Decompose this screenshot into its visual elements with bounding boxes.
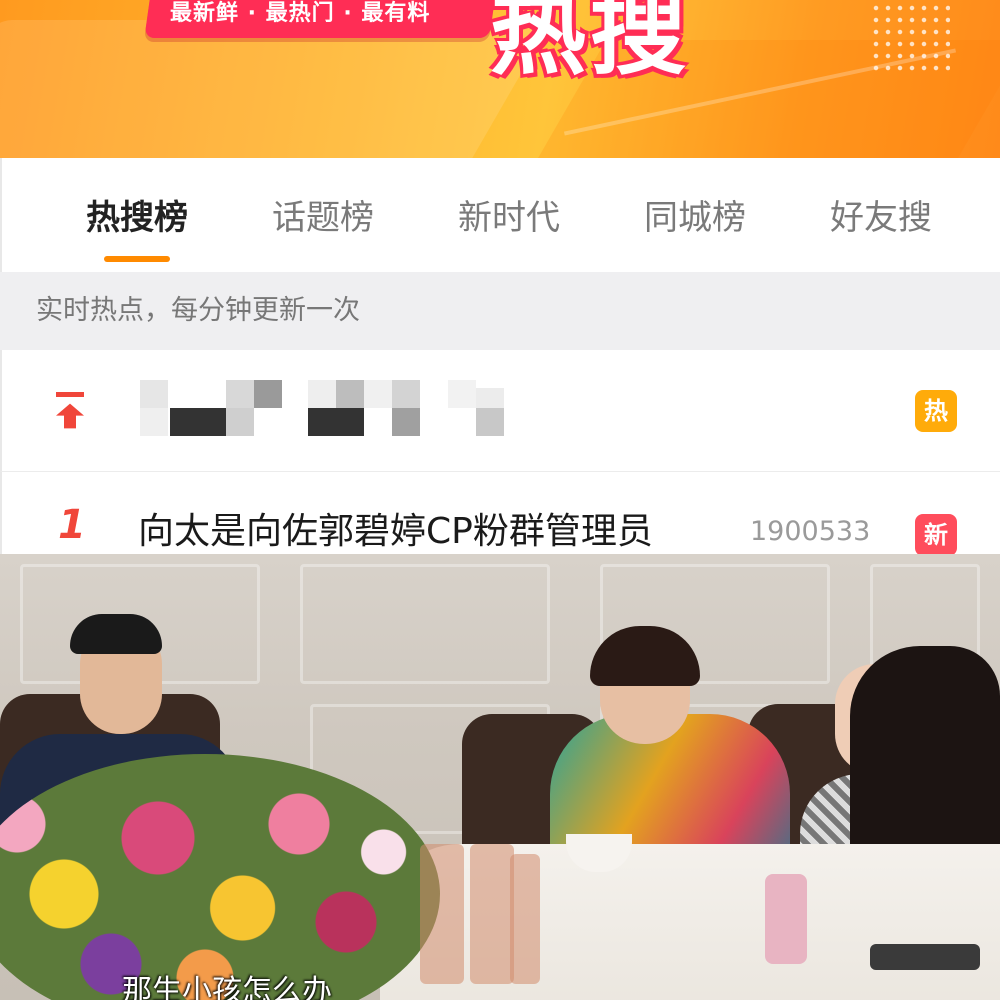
tab-new-era[interactable]: 新时代 bbox=[424, 190, 594, 240]
tab-friends[interactable]: 好友搜 bbox=[796, 190, 966, 240]
tab-label: 好友搜 bbox=[830, 198, 932, 238]
tab-label: 话题榜 bbox=[272, 198, 374, 238]
pink-cup bbox=[765, 874, 807, 964]
video-caption: 那生小孩怎么办 bbox=[122, 974, 332, 1000]
update-notice-bar: 实时热点，每分钟更新一次 bbox=[0, 272, 1000, 350]
new-badge: 新 bbox=[915, 514, 957, 556]
person-man-hair bbox=[70, 614, 162, 654]
tab-hot-search[interactable]: 热搜榜 bbox=[52, 190, 222, 262]
tab-label: 热搜榜 bbox=[86, 198, 188, 238]
bottle bbox=[470, 844, 514, 984]
banner-slogan: 最新鲜 · 最热门 · 最有料 bbox=[170, 1, 431, 26]
rank-number: 1 bbox=[58, 502, 86, 548]
hot-search-title: 向太是向佐郭碧婷CP粉群管理员 bbox=[138, 511, 653, 552]
update-notice: 实时热点，每分钟更新一次 bbox=[36, 295, 360, 326]
tab-local[interactable]: 同城榜 bbox=[610, 190, 780, 240]
ranking-tabs: 热搜榜 话题榜 新时代 同城榜 好友搜 bbox=[0, 158, 1000, 272]
search-count: 1900533 bbox=[750, 516, 871, 547]
wall-panel bbox=[300, 564, 550, 684]
phone-on-table bbox=[870, 944, 980, 970]
bottle bbox=[510, 854, 540, 984]
video-frame[interactable]: 那生小孩怎么办 bbox=[0, 554, 1000, 1000]
active-tab-indicator bbox=[104, 256, 170, 262]
person-young-woman-hair bbox=[850, 646, 1000, 866]
pin-top-icon bbox=[56, 392, 84, 429]
tab-topics[interactable]: 话题榜 bbox=[238, 190, 408, 240]
tab-label: 新时代 bbox=[458, 198, 560, 238]
tab-label: 同城榜 bbox=[644, 198, 746, 238]
hot-search-logo: 热搜 bbox=[490, 0, 690, 88]
hot-search-banner: 最新鲜 · 最热门 · 最有料 热搜 bbox=[0, 0, 1000, 158]
list-item-pinned[interactable]: 热 bbox=[0, 350, 1000, 472]
hot-badge: 热 bbox=[915, 390, 957, 432]
bottle bbox=[420, 844, 464, 984]
banner-dots-decoration bbox=[870, 2, 950, 72]
list-item[interactable]: 1 向太是向佐郭碧婷CP粉群管理员 1900533 新 bbox=[0, 472, 1000, 556]
pixelated-title bbox=[140, 380, 520, 440]
banner-decoration bbox=[0, 20, 552, 158]
